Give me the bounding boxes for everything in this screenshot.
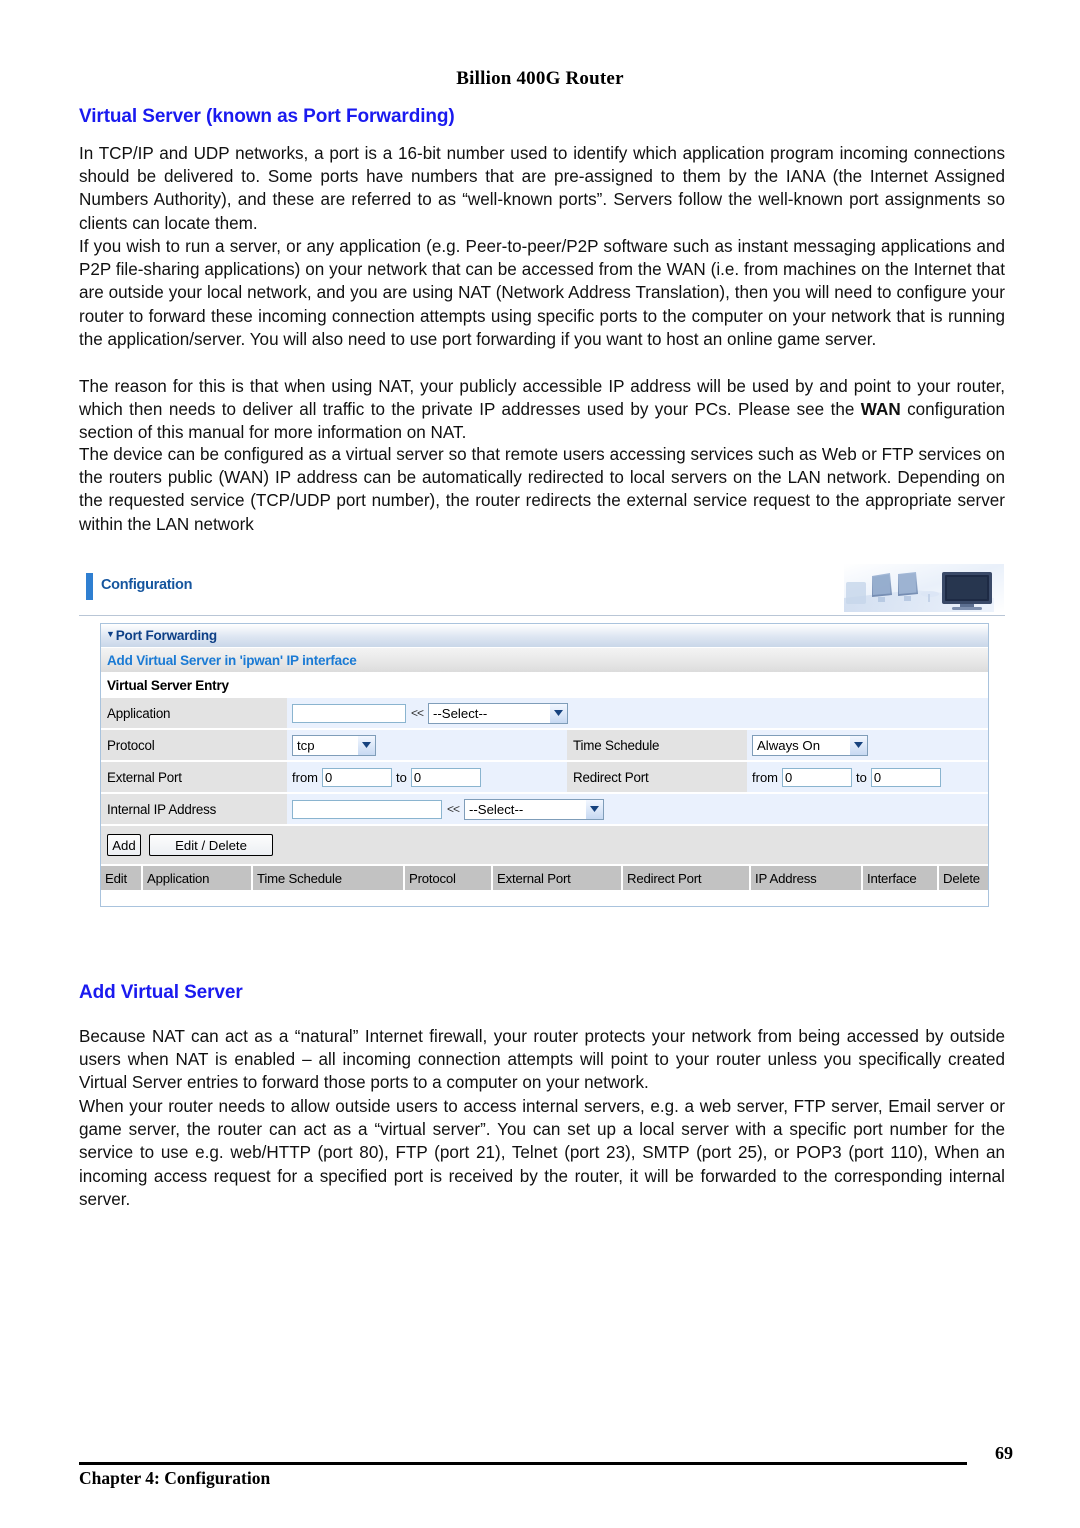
application-select[interactable]: --Select-- [428,702,569,724]
table-column-header: Protocol [405,866,493,890]
section-title-add-virtual-server: Add Virtual Server [79,982,243,1003]
paragraph-4: The device can be configured as a virtua… [79,445,1005,534]
application-input[interactable] [292,703,406,723]
internal-ip-value-cell: << --Select-- [287,794,988,824]
wan-bold-term: WAN [860,400,901,420]
protocol-select[interactable]: tcp [292,734,376,756]
router-ui-body: ▼ Port Forwarding Add Virtual Server in … [86,623,998,907]
form-row-protocol: Protocol tcp Time Schedule Always On [101,730,988,762]
time-schedule-label: Time Schedule [567,730,747,760]
table-column-header: Redirect Port [623,866,751,890]
time-schedule-select-value: Always On [757,737,821,753]
chevron-down-icon [357,735,375,755]
internal-ip-copy-arrows: << [447,802,460,816]
accent-bar [86,573,93,600]
redirect-port-from-label: from [752,769,778,785]
office-computers-banner-image [844,564,1004,612]
form-actions: Add Edit / Delete [101,826,988,866]
chevron-down-icon [849,735,867,755]
chevron-down-icon [585,799,604,819]
form-row-internal-ip: Internal IP Address << --Select-- [101,794,988,826]
subsection-header-label: Add Virtual Server in 'ipwan' IP interfa… [107,652,357,668]
paragraph-1: In TCP/IP and UDP networks, a port is a … [79,144,1005,233]
time-schedule-select[interactable]: Always On [752,734,868,756]
router-ui-topbar: Configuration [79,563,1005,616]
virtual-server-table-body [101,890,988,906]
form-row-application: Application << --Select-- [101,698,988,730]
redirect-port-from-input[interactable] [782,767,852,787]
table-column-header: Edit [101,866,143,890]
add-button[interactable]: Add [107,834,141,856]
virtual-server-entry-label: Virtual Server Entry [107,678,229,693]
external-port-value-cell: from to [287,762,567,792]
protocol-select-value: tcp [297,737,315,753]
table-column-header: Interface [863,866,939,890]
redirect-port-to-input[interactable] [870,767,941,787]
edit-delete-button[interactable]: Edit / Delete [149,834,273,856]
protocol-value-cell: tcp [287,730,567,760]
router-ui-screenshot: Configuration ▼ Port Forwarding Add Virt… [79,563,1005,915]
internal-ip-label: Internal IP Address [101,794,287,824]
external-port-from-input[interactable] [322,767,392,787]
page-title: Virtual Server (known as Port Forwarding… [79,106,455,127]
application-value-cell: << --Select-- [287,698,988,728]
section-header-label: Port Forwarding [115,628,217,643]
internal-ip-input[interactable] [292,799,442,819]
table-column-header: Application [143,866,253,890]
external-port-from-label: from [292,769,318,785]
external-port-to-input[interactable] [410,767,481,787]
subsection-header-add-virtual-server: Add Virtual Server in 'ipwan' IP interfa… [101,648,988,673]
application-label: Application [101,698,287,728]
paragraph-5: Because NAT can act as a “natural” Inter… [79,1027,1005,1093]
redirect-port-to-label: to [856,769,867,785]
chevron-down-icon [549,703,568,723]
table-column-header: External Port [493,866,623,890]
redirect-port-value-cell: from to [747,762,988,792]
redirect-port-label: Redirect Port [567,762,747,792]
application-select-value: --Select-- [433,705,488,721]
internal-ip-select[interactable]: --Select-- [464,798,605,820]
external-port-label: External Port [101,762,287,792]
chevron-down-icon: ▼ [106,629,115,639]
section-header-port-forwarding[interactable]: ▼ Port Forwarding [101,623,988,648]
paragraph-6: When your router needs to allow outside … [79,1097,1005,1209]
external-port-to-label: to [396,769,407,785]
document-page: Billion 400G Router Virtual Server (know… [0,0,1080,1528]
footer-page-number: 69 [995,1443,1013,1463]
protocol-label: Protocol [101,730,287,760]
footer-divider [79,1462,967,1465]
table-column-header: Time Schedule [253,866,405,890]
port-forwarding-panel: ▼ Port Forwarding Add Virtual Server in … [100,623,989,907]
paragraph-3: The reason for this is that when using N… [79,375,1005,445]
router-ui-title: Configuration [101,577,193,593]
virtual-server-entry-title: Virtual Server Entry [101,673,988,698]
form-row-external-port: External Port from to Redirect Port from… [101,762,988,794]
time-schedule-value-cell: Always On [747,730,988,760]
internal-ip-select-value: --Select-- [469,801,524,817]
virtual-server-table-header: Edit Application Time Schedule Protocol Exte… [101,866,988,890]
table-column-header: IP Address [751,866,863,890]
application-copy-arrows: << [411,706,424,720]
table-column-header: Delete [939,866,988,890]
page-header-title: Billion 400G Router [456,68,624,89]
paragraph-2: If you wish to run a server, or any appl… [79,237,1005,349]
footer-chapter-label: Chapter 4: Configuration [79,1468,271,1488]
